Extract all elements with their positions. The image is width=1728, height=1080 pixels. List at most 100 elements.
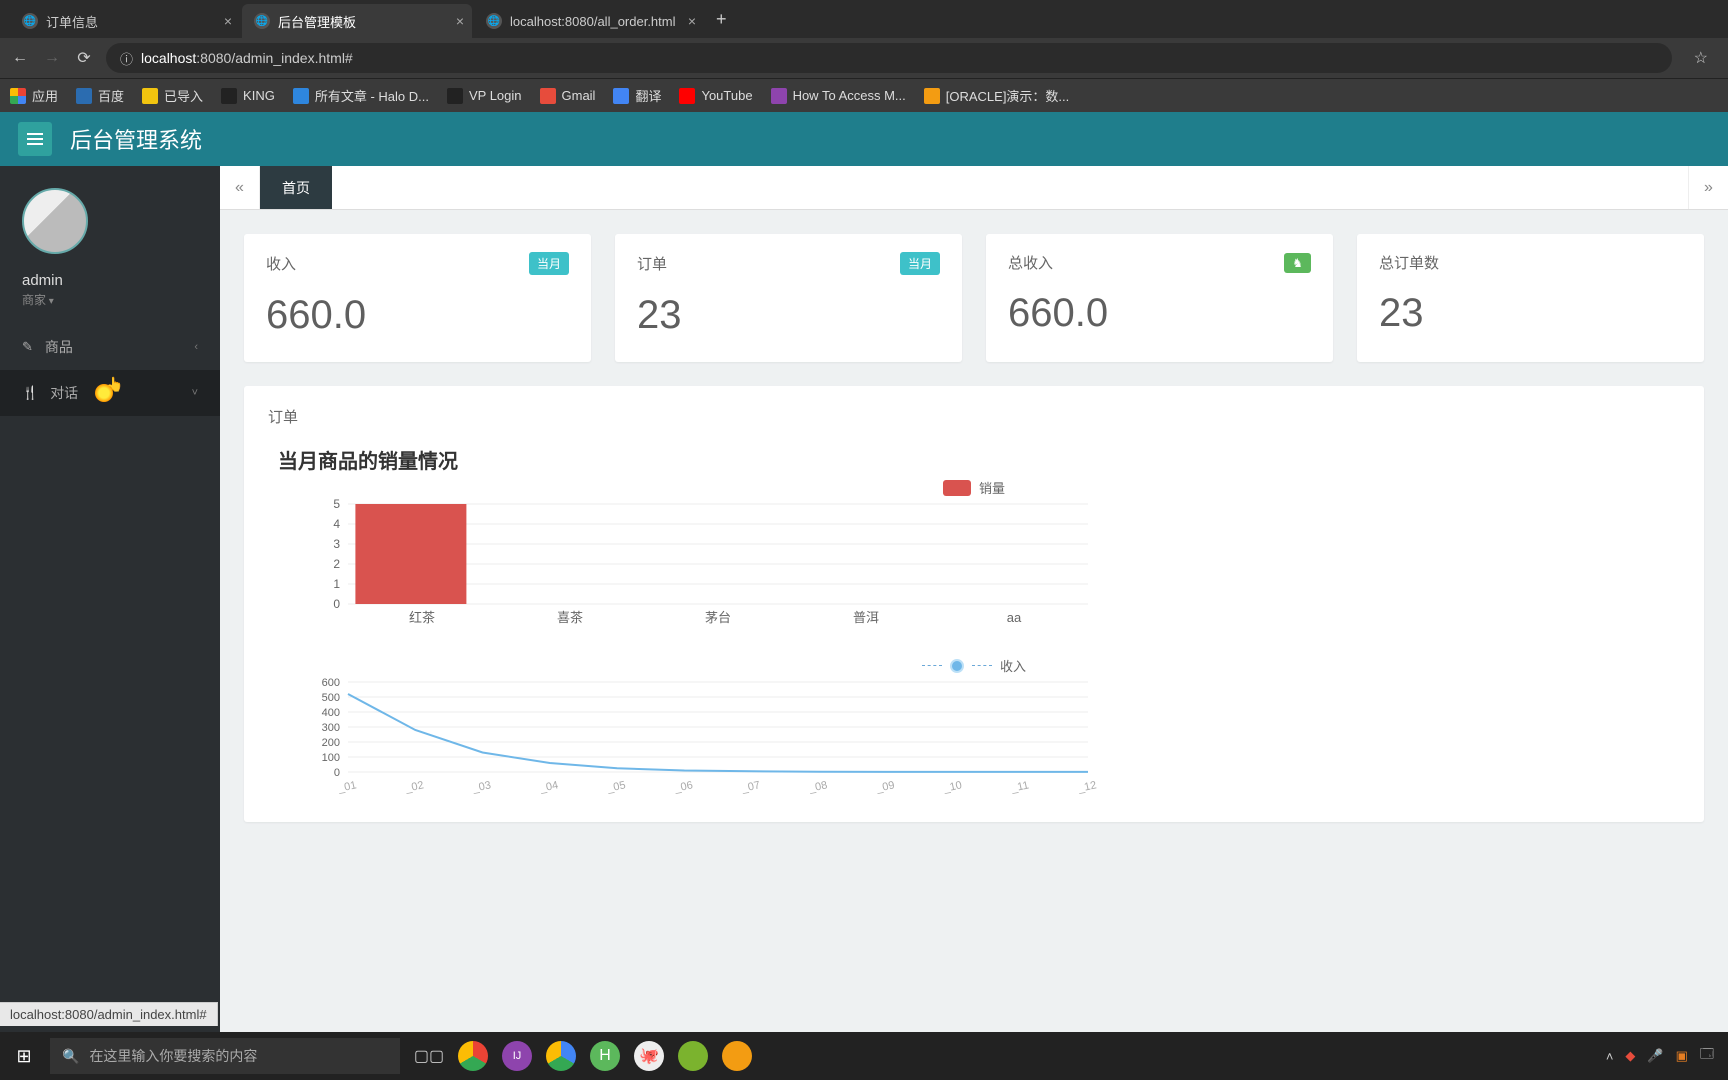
hbuilder-icon[interactable]: H xyxy=(590,1041,620,1071)
bookmark-label: How To Access M... xyxy=(793,88,906,103)
bookmark-item[interactable]: 已导入 xyxy=(142,86,203,105)
reload-button[interactable]: ⟳ xyxy=(74,48,94,68)
stat-card: 总订单数23 xyxy=(1357,234,1704,362)
bookmark-label: Gmail xyxy=(562,88,596,103)
bookmark-item[interactable]: KING xyxy=(221,88,275,104)
new-tab-button[interactable]: + xyxy=(706,9,737,30)
legend-point-icon xyxy=(950,659,964,673)
bookmark-favicon-icon xyxy=(76,88,92,104)
svg-text:_10: _10 xyxy=(942,779,963,795)
globe-icon: 🌐 xyxy=(486,13,502,29)
tray-battery-icon[interactable]: 🗔 xyxy=(1700,1045,1714,1067)
page-tab-home[interactable]: 首页 xyxy=(260,166,332,209)
bookmark-label: 所有文章 - Halo D... xyxy=(315,86,429,105)
tabs-scroll-left[interactable]: « xyxy=(220,166,260,209)
back-button[interactable]: ← xyxy=(10,49,30,67)
svg-text:3: 3 xyxy=(333,537,340,551)
user-profile: admin 商家 xyxy=(0,166,220,324)
card-value: 23 xyxy=(637,293,940,338)
sidebar-item-label: 对话 xyxy=(50,383,78,403)
site-info-icon[interactable]: ⓘ xyxy=(120,49,133,68)
forward-button[interactable]: → xyxy=(42,49,62,67)
bookmark-favicon-icon xyxy=(771,88,787,104)
sidebar-item-products[interactable]: ✎ 商品 ‹ xyxy=(0,324,220,370)
user-role[interactable]: 商家 xyxy=(22,291,198,308)
bookmark-favicon-icon xyxy=(924,88,940,104)
bookmark-item[interactable]: 翻译 xyxy=(613,86,661,105)
bookmark-favicon-icon xyxy=(293,88,309,104)
tab-title: localhost:8080/all_order.html xyxy=(510,14,676,29)
bookmark-item[interactable]: 所有文章 - Halo D... xyxy=(293,86,429,105)
tray-chevron-icon[interactable]: ˄ xyxy=(1606,1049,1614,1064)
bookmarks-bar: 应用百度 已导入 KING 所有文章 - Halo D... VP Login Gmail… xyxy=(0,78,1728,112)
svg-text:0: 0 xyxy=(333,597,340,611)
chevron-down-icon: ˅ xyxy=(192,387,198,399)
status-bar: localhost:8080/admin_index.html# xyxy=(0,1002,218,1026)
bookmark-item[interactable]: 百度 xyxy=(76,86,124,105)
sidebar-item-chat[interactable]: 🍴 对话 👆 ˅ xyxy=(0,370,220,416)
search-icon: 🔍 xyxy=(62,1048,79,1065)
card-label: 收入 xyxy=(266,253,296,274)
bookmark-label: 已导入 xyxy=(164,86,203,105)
windows-search-input[interactable]: 🔍 在这里输入你要搜索的内容 xyxy=(50,1038,400,1074)
start-button[interactable]: ⊞ xyxy=(0,1032,48,1080)
ide-icon[interactable]: IJ xyxy=(502,1041,532,1071)
tray-mic-icon[interactable]: 🎤 xyxy=(1647,1048,1663,1064)
task-view-icon[interactable]: ▢▢ xyxy=(414,1041,444,1071)
github-icon[interactable]: 🐙 xyxy=(634,1041,664,1071)
browser-tab[interactable]: 🌐 后台管理模板 × xyxy=(242,4,472,38)
svg-text:300: 300 xyxy=(322,722,340,734)
bookmark-label: 翻译 xyxy=(635,86,661,105)
browser-tab[interactable]: 🌐 localhost:8080/all_order.html × xyxy=(474,4,704,38)
app-icon[interactable] xyxy=(722,1041,752,1071)
tray-app-icon[interactable]: ◆ xyxy=(1625,1048,1635,1064)
chart-title: 当月商品的销量情况 xyxy=(278,445,1680,474)
close-icon[interactable]: × xyxy=(688,13,696,29)
system-tray[interactable]: ˄ ◆ 🎤 ▣ 🗔 xyxy=(1606,1045,1728,1067)
menu-toggle-button[interactable] xyxy=(18,122,52,156)
browser-tab[interactable]: 🌐 订单信息 × xyxy=(10,4,240,38)
close-icon[interactable]: × xyxy=(456,13,464,29)
url-path: :8080/admin_index.html# xyxy=(196,50,352,66)
bookmark-item[interactable]: [ORACLE]演示：数... xyxy=(924,86,1070,105)
bookmark-item[interactable]: How To Access M... xyxy=(771,88,906,104)
bookmark-item[interactable]: VP Login xyxy=(447,88,522,104)
svg-text:500: 500 xyxy=(322,692,340,704)
tray-app-icon[interactable]: ▣ xyxy=(1676,1048,1688,1064)
legend-label: 销量 xyxy=(979,478,1005,497)
chrome-icon[interactable] xyxy=(458,1041,488,1071)
bookmark-item[interactable]: 应用 xyxy=(10,86,58,105)
svg-text:_02: _02 xyxy=(403,779,424,795)
svg-text:4: 4 xyxy=(333,517,340,531)
svg-text:_04: _04 xyxy=(538,779,559,795)
bookmark-label: YouTube xyxy=(701,88,752,103)
legend-line-icon xyxy=(922,665,942,666)
avatar[interactable] xyxy=(22,188,88,254)
card-value: 660.0 xyxy=(266,293,569,338)
bookmark-item[interactable]: Gmail xyxy=(540,88,596,104)
chrome2-icon[interactable] xyxy=(546,1041,576,1071)
svg-text:_11: _11 xyxy=(1009,779,1030,795)
card-badge: ♞ xyxy=(1284,253,1311,273)
fork-icon: 🍴 xyxy=(22,385,38,401)
stat-card: 收入当月660.0 xyxy=(244,234,591,362)
bookmark-favicon-icon xyxy=(679,88,695,104)
close-icon[interactable]: × xyxy=(224,13,232,29)
wechat-icon[interactable] xyxy=(678,1041,708,1071)
svg-text:0: 0 xyxy=(334,767,340,779)
svg-text:_01: _01 xyxy=(336,779,357,795)
svg-text:200: 200 xyxy=(322,737,340,749)
edit-icon: ✎ xyxy=(22,339,33,355)
bookmark-label: [ORACLE]演示：数... xyxy=(946,86,1070,105)
line-legend: 收入 xyxy=(922,656,1026,675)
svg-text:1: 1 xyxy=(333,577,340,591)
svg-text:_03: _03 xyxy=(471,779,492,795)
bookmark-star-icon[interactable]: ☆ xyxy=(1684,48,1718,68)
page-tabs: « 首页 » xyxy=(220,166,1728,210)
bookmark-item[interactable]: YouTube xyxy=(679,88,752,104)
svg-text:_08: _08 xyxy=(807,779,828,795)
card-value: 660.0 xyxy=(1008,291,1311,336)
tabs-scroll-right[interactable]: » xyxy=(1688,166,1728,209)
bar-chart: 销量 012345红茶喜茶茅台普洱aa xyxy=(268,484,1680,634)
url-input[interactable]: ⓘ localhost:8080/admin_index.html# xyxy=(106,43,1672,73)
